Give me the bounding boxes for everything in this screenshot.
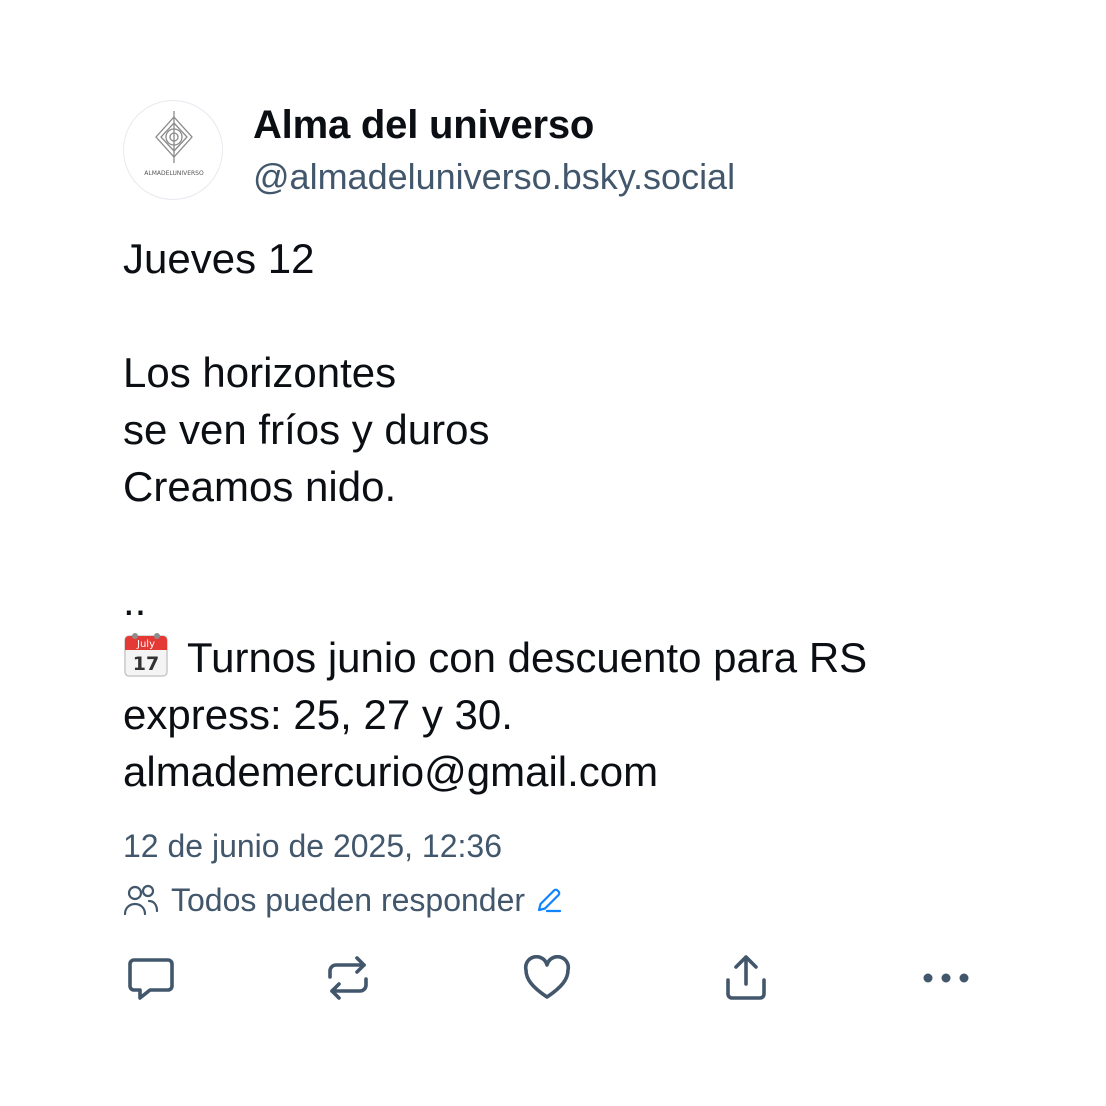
repost-button[interactable] xyxy=(320,950,376,1006)
repost-icon xyxy=(328,956,368,1000)
people-icon xyxy=(123,883,159,917)
more-options-button[interactable] xyxy=(918,950,974,1006)
reply-button[interactable] xyxy=(123,950,179,1006)
calendar-month: July xyxy=(136,639,155,650)
calendar-day: 17 xyxy=(133,653,159,675)
post-line: Jueves 12 xyxy=(123,235,315,282)
like-button[interactable] xyxy=(519,950,575,1006)
post-body: Jueves 12 Los horizontes se ven fríos y … xyxy=(123,230,1023,800)
author-display-name[interactable]: Alma del universo xyxy=(253,103,594,148)
avatar[interactable]: ALMADELUNIVERSO xyxy=(123,100,223,200)
more-options-icon xyxy=(923,973,969,983)
author-handle[interactable]: @almadeluniverso.bsky.social xyxy=(253,156,735,198)
post-line: Turnos junio con descuento para RS xyxy=(187,634,868,681)
reply-settings[interactable]: Todos pueden responder xyxy=(123,880,563,920)
share-icon xyxy=(726,955,766,1000)
avatar-logo-text: ALMADELUNIVERSO xyxy=(144,170,204,177)
pencil-icon[interactable] xyxy=(535,886,563,914)
calendar-icon: July 17 xyxy=(123,630,169,678)
post-line-with-emoji: July 17 Turnos junio con descuento para … xyxy=(123,629,1023,686)
like-icon xyxy=(523,955,571,999)
post-timestamp[interactable]: 12 de junio de 2025, 12:36 xyxy=(123,828,502,865)
reply-settings-label: Todos pueden responder xyxy=(171,881,526,918)
post-line: Los horizontes xyxy=(123,349,397,396)
post-actions xyxy=(123,950,973,1006)
post-line: almademercurio@gmail.com xyxy=(123,748,659,795)
reply-icon xyxy=(128,958,174,1000)
post-line: Creamos nido. xyxy=(123,463,397,510)
alma-logo-icon: ALMADELUNIVERSO xyxy=(144,111,204,177)
share-button[interactable] xyxy=(718,950,774,1006)
post-line: express: 25, 27 y 30. xyxy=(123,691,513,738)
post-line: .. xyxy=(123,577,147,624)
post-line: se ven fríos y duros xyxy=(123,406,490,453)
